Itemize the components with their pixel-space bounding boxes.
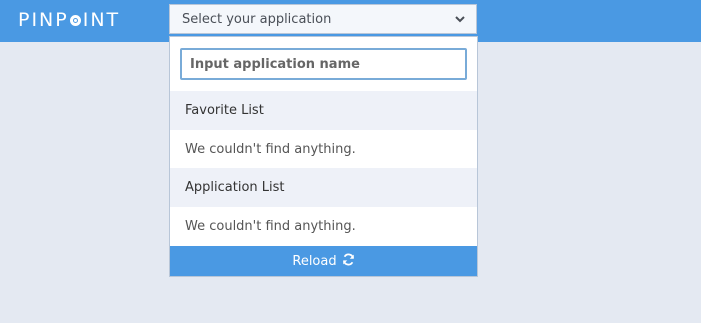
refresh-icon: [342, 253, 355, 270]
reload-button[interactable]: Reload: [170, 246, 477, 276]
application-list-empty: We couldn't find anything.: [170, 207, 477, 245]
application-list-title: Application List: [185, 180, 285, 195]
favorite-list-empty-text: We couldn't find anything.: [185, 141, 356, 157]
logo-text-right: INT: [82, 9, 121, 31]
application-dropdown: Favorite List We couldn't find anything.…: [169, 36, 478, 277]
favorite-list-header: Favorite List: [170, 91, 477, 130]
application-search-input[interactable]: [180, 48, 467, 80]
logo-text-left: PINP: [18, 9, 69, 31]
chevron-down-icon: [454, 13, 466, 25]
application-select-label: Select your application: [182, 11, 332, 27]
logo-target-icon: [69, 14, 81, 26]
application-select[interactable]: Select your application: [169, 4, 477, 34]
pinpoint-logo[interactable]: PINP INT: [18, 8, 120, 32]
search-wrapper: [170, 37, 477, 91]
reload-label: Reload: [292, 253, 337, 269]
favorite-list-title: Favorite List: [185, 103, 264, 118]
application-list-empty-text: We couldn't find anything.: [185, 218, 356, 234]
favorite-list-empty: We couldn't find anything.: [170, 130, 477, 168]
application-list-header: Application List: [170, 168, 477, 207]
